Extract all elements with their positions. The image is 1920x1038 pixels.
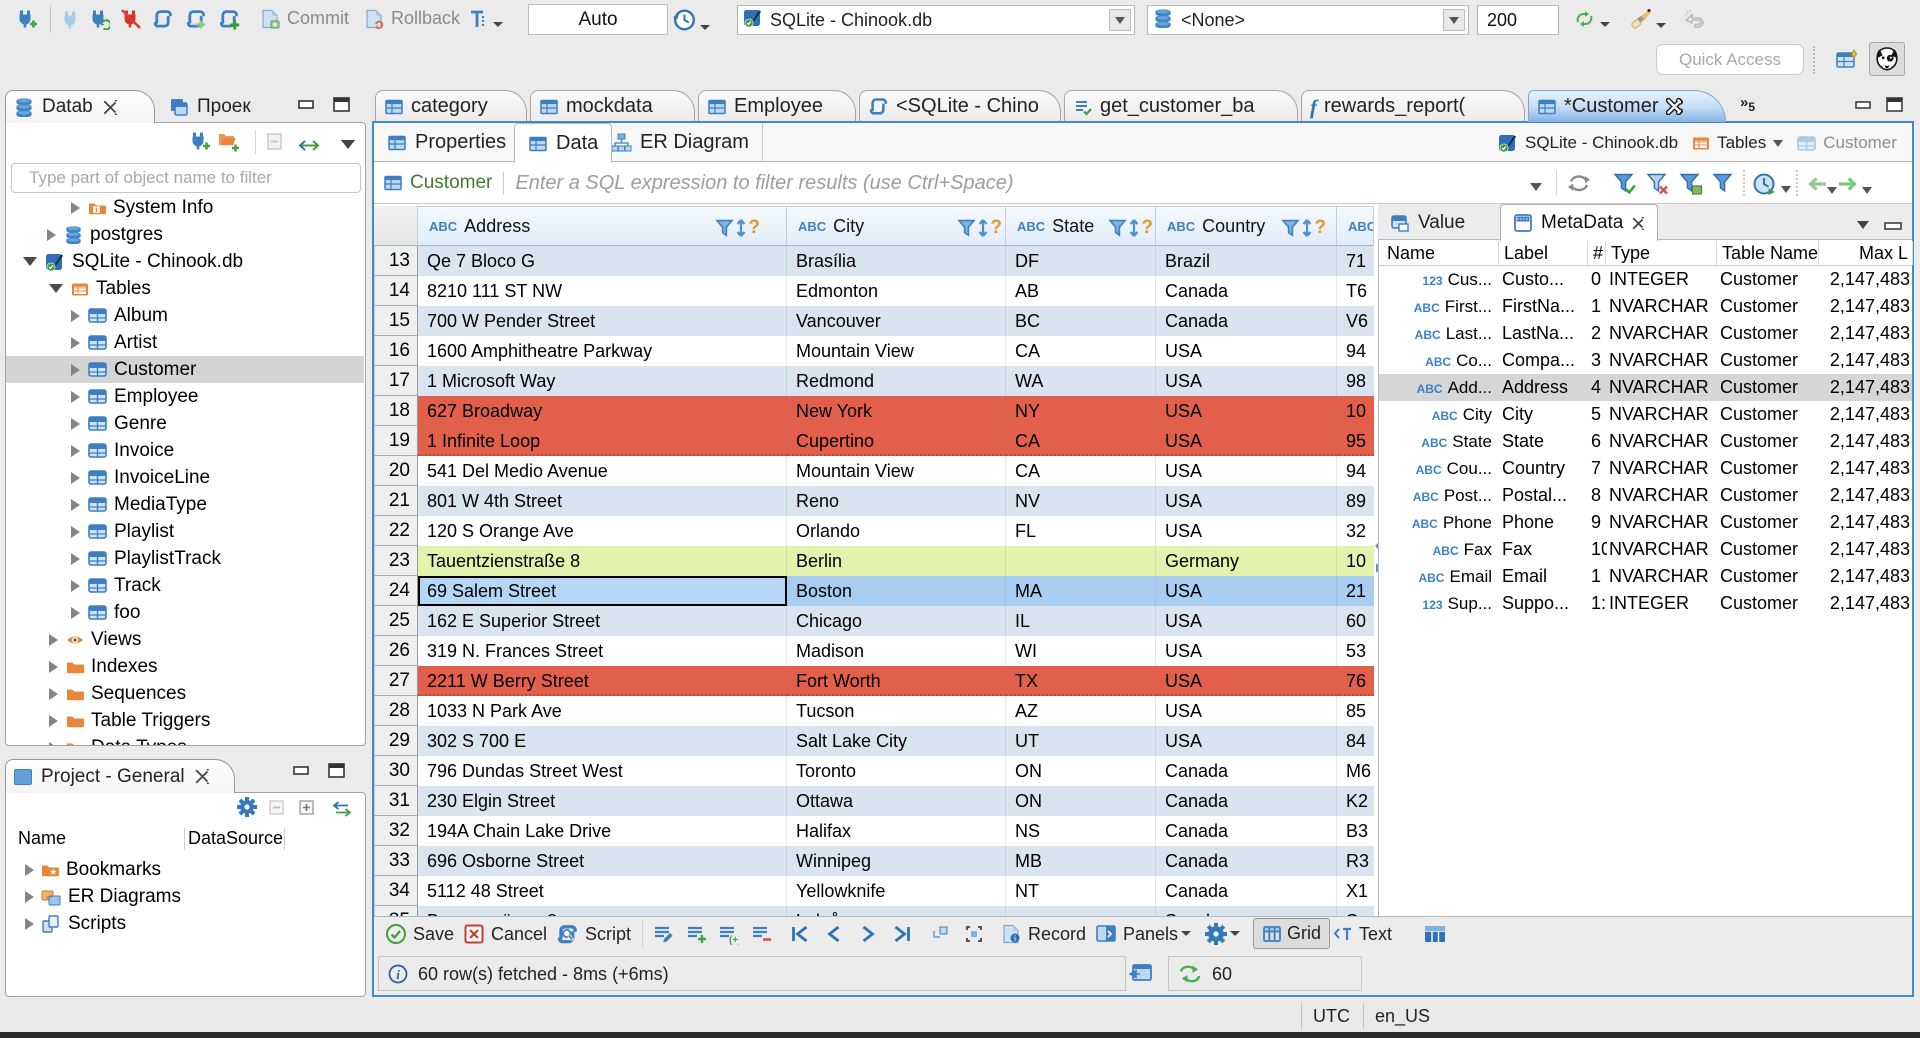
svg-text:(+): (+) (729, 935, 739, 945)
svg-text:i: i (396, 967, 400, 982)
svg-text:i: i (1014, 934, 1016, 943)
